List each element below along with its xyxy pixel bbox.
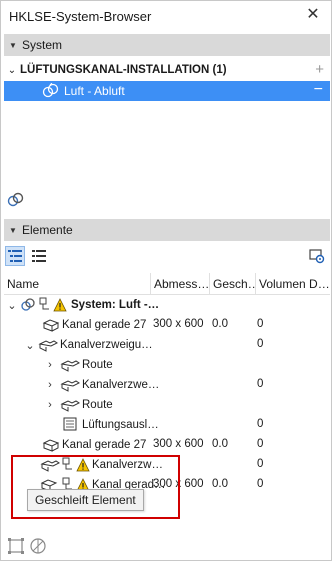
chevron-right-icon[interactable]: › — [44, 399, 56, 411]
frame-icon[interactable] — [7, 537, 25, 555]
tree-row-label: Route — [82, 399, 113, 411]
cell-speed: 0.0 — [212, 318, 228, 330]
column-headers: Name Abmess… Gesch… Volumen D… — [4, 273, 330, 295]
tree-row[interactable]: Kanal gerade 27 300 x 600 0.0 0 — [4, 435, 330, 455]
system-section-header[interactable]: ▼ System — [4, 34, 330, 56]
elements-section-label: Elemente — [22, 223, 73, 237]
list-view-icon — [32, 250, 46, 262]
remove-system-button[interactable]: − — [314, 81, 323, 99]
cell-speed: 0.0 — [212, 438, 228, 450]
tree-view-button[interactable] — [5, 246, 25, 266]
tree-row-label: Kanalverzweigu… — [60, 339, 153, 351]
tree-row[interactable]: Lüftungsausl… 0 — [4, 415, 330, 435]
warning-icon — [53, 298, 67, 312]
chevron-down-icon[interactable]: ⌄ — [4, 65, 20, 76]
cell-dimensions: 300 x 600 — [153, 318, 204, 330]
tree-row-label: Route — [82, 359, 113, 371]
connection-icon — [39, 297, 49, 310]
duct-icon — [42, 319, 60, 332]
system-group-row[interactable]: ⌄ LÜFTUNGSKANAL-INSTALLATION (1) + — [4, 60, 330, 80]
air-outlet-icon — [63, 417, 77, 431]
route-icon — [60, 360, 80, 372]
chevron-down-icon[interactable]: ⌄ — [24, 339, 36, 352]
tree-row-label: Kanal gerade 27 — [62, 319, 147, 331]
settings-button[interactable] — [307, 246, 327, 266]
tree-row-label: System: Luft -… — [71, 299, 160, 311]
duct-branch-icon — [60, 380, 80, 392]
cell-volume: 0 — [257, 458, 264, 470]
tree-row-label: Lüftungsausl… — [82, 419, 159, 431]
cell-dimensions: 300 x 600 — [153, 438, 204, 450]
duct-branch-icon — [38, 340, 58, 352]
cell-volume: 0 — [257, 318, 264, 330]
tree-row-label: Kanal gerade 27 — [62, 439, 147, 451]
cell-volume: 0 — [257, 478, 264, 490]
cell-speed: 0.0 — [212, 478, 228, 490]
list-view-button[interactable] — [29, 246, 49, 266]
system-link-icon[interactable] — [7, 191, 25, 209]
chevron-right-icon[interactable]: › — [44, 379, 56, 391]
collapse-triangle-icon[interactable]: ▼ — [4, 41, 22, 50]
elements-toolbar — [4, 246, 330, 268]
column-speed[interactable]: Gesch… — [210, 273, 256, 295]
route-icon — [60, 400, 80, 412]
tree-row-system[interactable]: ⌄ System: Luft -… — [4, 295, 330, 315]
title-bar: HKLSE-System-Browser ✕ — [1, 1, 331, 31]
bottom-toolbar — [4, 533, 330, 559]
tree-row-label: Kanalverzwe… — [82, 379, 160, 391]
chevron-right-icon[interactable]: › — [44, 359, 56, 371]
cell-volume: 0 — [257, 338, 264, 350]
tree-row[interactable]: › Kanalverzwe… 0 — [4, 375, 330, 395]
column-dimensions[interactable]: Abmess… — [151, 273, 210, 295]
system-browser-panel: HKLSE-System-Browser ✕ ▼ System ⌄ LÜFTUN… — [0, 0, 332, 561]
system-link-icon — [42, 83, 59, 98]
system-item-label: Luft - Abluft — [64, 84, 125, 98]
settings-icon — [309, 249, 325, 264]
cell-volume: 0 — [257, 378, 264, 390]
column-volume[interactable]: Volumen D… — [256, 273, 330, 295]
cell-volume: 0 — [257, 438, 264, 450]
tooltip: Geschleift Element — [27, 489, 144, 511]
window-title: HKLSE-System-Browser — [9, 8, 152, 24]
add-system-button[interactable]: + — [315, 61, 324, 78]
tree-row[interactable]: › Route — [4, 395, 330, 415]
elements-section-header[interactable]: ▼ Elemente — [4, 219, 330, 241]
column-name[interactable]: Name — [4, 273, 151, 295]
tree-row[interactable]: › Route — [4, 355, 330, 375]
tree-view-icon — [8, 250, 22, 262]
cell-volume: 0 — [257, 418, 264, 430]
close-icon[interactable]: ✕ — [305, 7, 321, 23]
collapse-triangle-icon[interactable]: ▼ — [4, 226, 22, 235]
system-section-label: System — [22, 38, 63, 52]
system-item-selected[interactable]: Luft - Abluft − — [4, 81, 330, 101]
tree-row[interactable]: Kanal gerade 27 300 x 600 0.0 0 — [4, 315, 330, 335]
system-group-label: LÜFTUNGSKANAL-INSTALLATION (1) — [20, 64, 227, 76]
target-icon[interactable] — [29, 537, 47, 555]
duct-icon — [42, 439, 60, 452]
chevron-down-icon[interactable]: ⌄ — [6, 299, 18, 312]
tree-row[interactable]: ⌄ Kanalverzweigu… 0 — [4, 335, 330, 355]
system-link-icon — [21, 298, 35, 311]
